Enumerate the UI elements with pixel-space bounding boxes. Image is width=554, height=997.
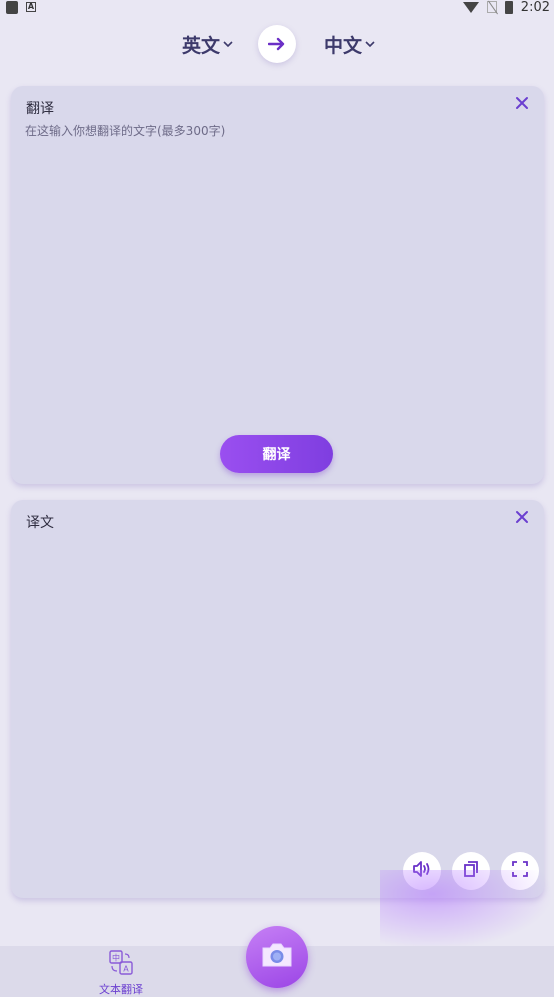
svg-text:中: 中 bbox=[112, 953, 120, 963]
fullscreen-button[interactable] bbox=[501, 852, 539, 890]
status-bar: A 2:02 bbox=[0, 0, 554, 15]
clear-output-button[interactable] bbox=[514, 510, 530, 526]
fullscreen-icon bbox=[511, 860, 529, 882]
target-language-label: 中文 bbox=[324, 34, 363, 57]
status-left: A bbox=[6, 0, 36, 14]
status-right: 2:02 bbox=[462, 0, 550, 15]
language-bar: 英文 中文 bbox=[0, 22, 554, 66]
chevron-down-icon bbox=[223, 37, 233, 51]
speak-button[interactable] bbox=[403, 852, 441, 890]
input-card: 翻译 翻译 bbox=[11, 86, 544, 484]
camera-icon bbox=[260, 941, 294, 973]
output-card: 译文 bbox=[11, 500, 544, 898]
translate-button[interactable]: 翻译 bbox=[220, 435, 333, 473]
translate-icon: 中 A bbox=[109, 950, 133, 976]
copy-button[interactable] bbox=[452, 852, 490, 890]
source-language-select[interactable]: 英文 bbox=[182, 31, 233, 58]
nav-item-text-translate[interactable]: 中 A 文本翻译 bbox=[96, 950, 146, 997]
output-card-title: 译文 bbox=[26, 515, 54, 531]
source-text-input[interactable] bbox=[25, 122, 525, 402]
camera-button[interactable] bbox=[246, 926, 308, 988]
status-time: 2:02 bbox=[520, 0, 550, 15]
speaker-icon bbox=[412, 860, 432, 882]
swap-language-button[interactable] bbox=[258, 25, 296, 63]
chevron-down-icon bbox=[365, 37, 375, 51]
svg-text:A: A bbox=[123, 965, 129, 974]
battery-icon bbox=[504, 0, 513, 14]
close-icon bbox=[515, 94, 529, 115]
arrow-right-icon bbox=[267, 32, 286, 56]
input-card-title: 翻译 bbox=[26, 101, 54, 117]
nav-label-text-translate: 文本翻译 bbox=[99, 983, 143, 996]
notification-icon bbox=[6, 0, 18, 14]
no-sim-icon bbox=[486, 1, 497, 13]
keyboard-icon: A bbox=[26, 2, 36, 12]
source-language-label: 英文 bbox=[182, 34, 221, 57]
close-icon bbox=[515, 508, 529, 529]
clear-input-button[interactable] bbox=[514, 96, 530, 112]
copy-icon bbox=[462, 860, 480, 882]
target-language-select[interactable]: 中文 bbox=[324, 31, 375, 58]
wifi-icon bbox=[462, 1, 479, 13]
